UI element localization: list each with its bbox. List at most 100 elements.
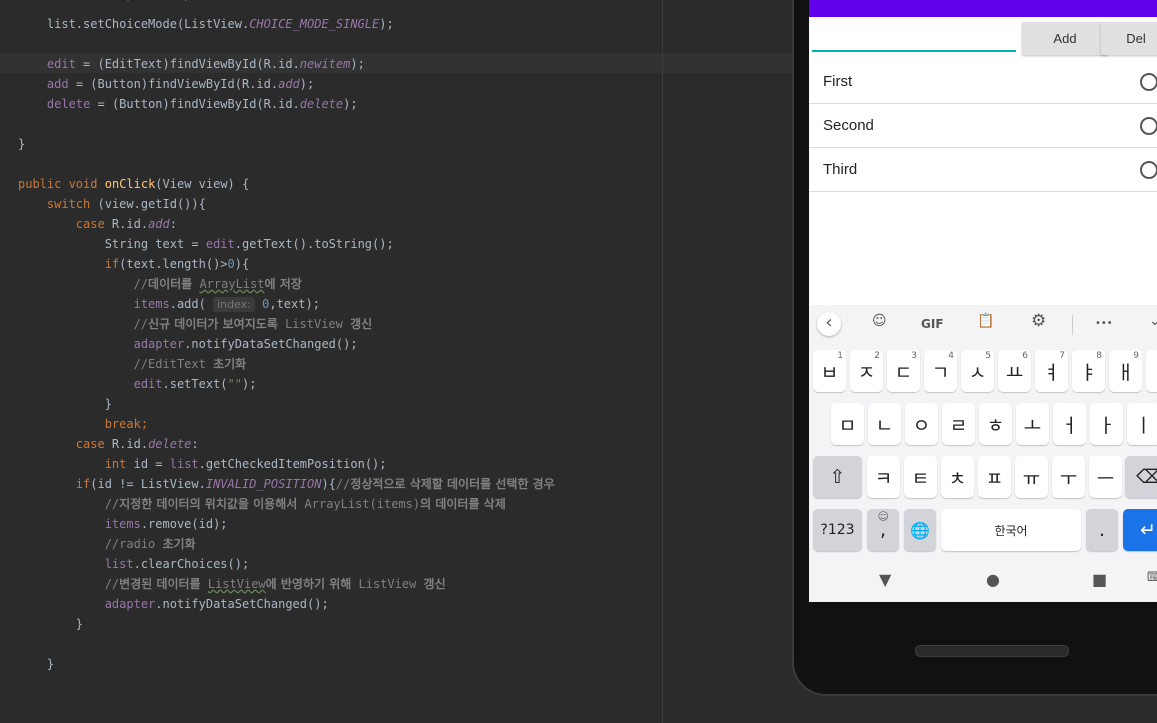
code-line: edit.setText(""); (133, 377, 257, 391)
enter-key[interactable]: ↵ (1123, 509, 1157, 551)
period-key-label: . (1098, 519, 1106, 541)
navigation-bar: ▼ ● ■ ⌨ (809, 558, 1157, 602)
right-margin-guide (662, 0, 663, 723)
key[interactable]: ㅡ (1089, 456, 1122, 498)
key-number-hint: 1 (837, 351, 843, 361)
key[interactable]: ㅎ (979, 403, 1012, 445)
key[interactable]: ㅐ9 (1109, 350, 1142, 392)
keyboard-settings-icon[interactable]: ⚙ (1031, 311, 1046, 331)
nav-back-icon[interactable]: ▼ (879, 570, 891, 589)
key-label: ㅕ (1042, 361, 1061, 384)
gif-button[interactable]: GIF (921, 317, 944, 331)
radio-button[interactable] (1140, 117, 1157, 135)
key-label: ㅠ (1022, 467, 1041, 490)
list-item-label: Third (823, 161, 858, 178)
language-globe-key-label: 🌐 (910, 520, 930, 540)
key-label: ㄷ (894, 361, 913, 384)
key[interactable]: ㅠ (1015, 456, 1048, 498)
key-number-hint: 8 (1096, 351, 1102, 361)
sticker-icon[interactable]: ☺ (872, 313, 887, 329)
code-line: } (18, 137, 26, 151)
symbols-key[interactable]: ?123 (813, 509, 862, 551)
code-line: delete = (Button)findViewById(R.id.delet… (46, 97, 358, 111)
key-label: ㅌ (911, 467, 930, 490)
emoji-comma-key[interactable]: , ☺ (867, 509, 899, 551)
key[interactable]: ㅔ0 (1146, 350, 1157, 392)
code-line: } (18, 657, 55, 671)
code-line: edit = (EditText)findViewById(R.id.newit… (46, 57, 365, 71)
code-line: list.setAdapter(adapter); (18, 0, 228, 4)
key[interactable]: ㅗ (1016, 403, 1049, 445)
key[interactable]: ㅂ1 (813, 350, 846, 392)
key[interactable]: ㄴ (868, 403, 901, 445)
new-item-input[interactable] (812, 24, 1016, 52)
key[interactable]: ㅅ5 (961, 350, 994, 392)
code-line: add = (Button)findViewById(R.id.add); (46, 77, 315, 91)
key-label: ㅇ (912, 414, 931, 437)
key-label: ㅡ (1096, 467, 1115, 490)
language-globe-key[interactable]: 🌐 (904, 509, 936, 551)
key[interactable]: ㅓ (1053, 403, 1086, 445)
key-label: ㄹ (949, 414, 968, 437)
key[interactable]: ㅍ (978, 456, 1011, 498)
key-label: ㅛ (1005, 361, 1024, 384)
key[interactable]: ㅑ8 (1072, 350, 1105, 392)
key-number-hint: 6 (1022, 351, 1028, 361)
list-item[interactable]: First (809, 60, 1157, 104)
key-number-hint: ☺ (877, 510, 889, 523)
code-line: public void onClick(View view) { (18, 177, 250, 191)
key[interactable]: ㄷ3 (887, 350, 920, 392)
key-label: ㄴ (875, 414, 894, 437)
code-line: //radio 초기화 (104, 537, 196, 551)
key-label: ㅍ (985, 467, 1004, 490)
key[interactable]: ㅇ (905, 403, 938, 445)
code-line: adapter.notifyDataSetChanged(); (133, 337, 358, 351)
del-button[interactable]: Del (1101, 22, 1157, 55)
key[interactable]: ㅛ6 (998, 350, 1031, 392)
nav-home-icon[interactable]: ● (986, 570, 1000, 589)
keyboard-back-icon[interactable]: ‹ (817, 312, 841, 336)
list-item[interactable]: Third (809, 148, 1157, 192)
keyboard-switch-icon[interactable]: ⌨ (1147, 570, 1157, 585)
key[interactable]: ㅣ (1127, 403, 1157, 445)
add-button[interactable]: Add (1022, 22, 1108, 55)
space-key[interactable]: 한국어 (941, 509, 1081, 551)
shift-key-label: ⇧ (829, 466, 846, 488)
key-label: ㅂ (820, 361, 839, 384)
radio-button[interactable] (1140, 161, 1157, 179)
shift-key[interactable]: ⇧ (813, 456, 862, 498)
key[interactable]: ㄹ (942, 403, 975, 445)
code-line: } (18, 617, 84, 631)
code-line: if(id != ListView.INVALID_POSITION){//정상… (75, 477, 555, 491)
backspace-key[interactable]: ⌫ (1125, 456, 1157, 498)
nav-recents-icon[interactable]: ■ (1092, 570, 1107, 589)
radio-button[interactable] (1140, 73, 1157, 91)
code-line: //지정한 데이터의 위치값을 이용해서 ArrayList(items)의 데… (104, 497, 506, 511)
key[interactable]: ㅁ (831, 403, 864, 445)
symbols-key-label: ?123 (820, 522, 855, 538)
key-number-hint: 5 (985, 351, 991, 361)
collapse-icon[interactable]: ⌄ (1149, 313, 1157, 329)
clipboard-icon[interactable]: 📋 (977, 313, 994, 329)
key[interactable]: ㅏ (1090, 403, 1123, 445)
keyboard: ㅂ1ㅈ2ㄷ3ㄱ4ㅅ5ㅛ6ㅕ7ㅑ8ㅐ9ㅔ0ㅁㄴㅇㄹㅎㅗㅓㅏㅣ⇧ㅋㅌㅊㅍㅠㅜㅡ⌫?1… (809, 345, 1157, 558)
key-number-hint: 4 (948, 351, 954, 361)
key[interactable]: ㄱ4 (924, 350, 957, 392)
code-editor[interactable]: list.setAdapter(adapter); list.setChoice… (0, 0, 795, 723)
key-label: ㅓ (1060, 414, 1079, 437)
key[interactable]: ㅜ (1052, 456, 1085, 498)
key-number-hint: 3 (911, 351, 917, 361)
code-line: case R.id.add: (75, 217, 177, 231)
key[interactable]: ㅈ2 (850, 350, 883, 392)
more-options-icon[interactable]: ••• (1095, 318, 1113, 329)
key[interactable]: ㅋ (867, 456, 900, 498)
key[interactable]: ㅌ (904, 456, 937, 498)
period-key[interactable]: . (1086, 509, 1118, 551)
space-key-label: 한국어 (994, 523, 1028, 538)
code-line: list.clearChoices(); (104, 557, 250, 571)
key[interactable]: ㅕ7 (1035, 350, 1068, 392)
key-label: ㅊ (948, 467, 967, 490)
code-line: //신규 데이터가 보여지도록 ListView 갱신 (133, 317, 373, 331)
list-item[interactable]: Second (809, 104, 1157, 148)
key[interactable]: ㅊ (941, 456, 974, 498)
